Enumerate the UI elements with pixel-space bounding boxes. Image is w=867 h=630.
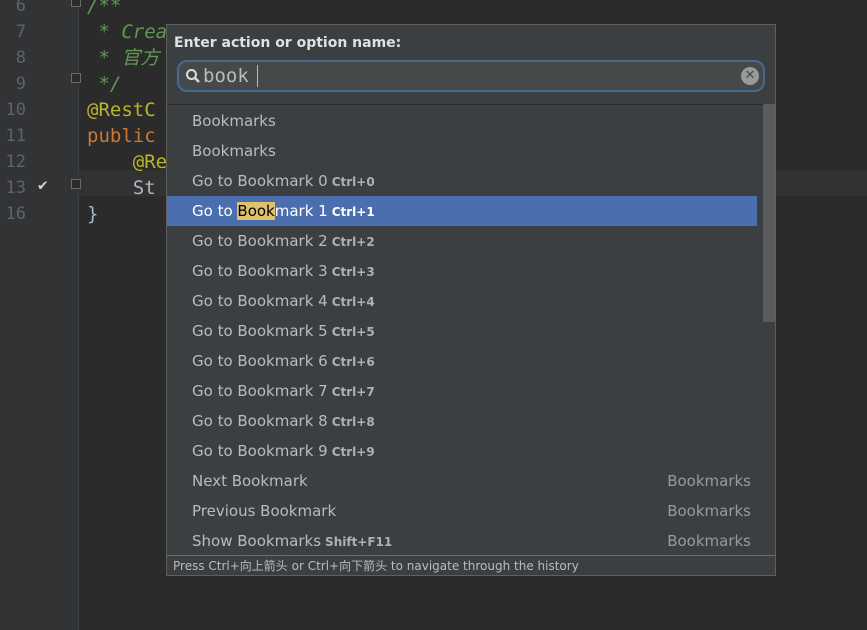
action-item[interactable]: Go to Bookmark 3 Ctrl+3 [167, 256, 757, 286]
action-label: Previous Bookmark [192, 502, 337, 520]
shortcut-label: Ctrl+8 [331, 415, 375, 429]
action-label: Go to Bookmark 8 Ctrl+8 [192, 412, 375, 430]
action-item[interactable]: Bookmarks [167, 136, 757, 166]
search-icon [186, 69, 200, 83]
line-number: 9 [15, 74, 26, 94]
code-line: * 官方 [87, 47, 160, 69]
line-number: 16 [5, 204, 26, 224]
shortcut-label: Shift+F11 [325, 535, 393, 549]
action-label: Go to Bookmark 4 Ctrl+4 [192, 292, 375, 310]
code-line: } [87, 203, 99, 225]
line-number: 8 [15, 48, 26, 68]
action-item[interactable]: Show Bookmarks Shift+F11 Bookmarks [167, 526, 757, 556]
group-label: Bookmarks [667, 472, 751, 490]
action-label: Go to Bookmark 6 Ctrl+6 [192, 352, 375, 370]
line-number: 13 [5, 178, 26, 198]
shortcut-label: Ctrl+6 [331, 355, 375, 369]
line-number: 6 [15, 0, 26, 16]
action-item[interactable]: Go to Bookmark 0 Ctrl+0 [167, 166, 757, 196]
line-number: 10 [5, 100, 26, 120]
action-label: Go to Bookmark 1 Ctrl+1 [192, 202, 375, 220]
scrollbar-thumb[interactable] [763, 104, 775, 322]
group-label: Bookmarks [667, 502, 751, 520]
action-list[interactable]: Bookmarks Bookmarks Go to Bookmark 0 Ctrl+0… [167, 104, 763, 556]
code-line: @Re [87, 151, 168, 173]
action-label: Bookmarks [192, 142, 276, 160]
action-item[interactable]: Go to Bookmark 6 Ctrl+6 [167, 346, 757, 376]
action-label: Go to Bookmark 0 Ctrl+0 [192, 172, 375, 190]
line-number: 11 [5, 126, 26, 146]
shortcut-label: Ctrl+3 [331, 265, 375, 279]
scrollbar[interactable] [763, 104, 775, 555]
group-label: Bookmarks [667, 532, 751, 550]
shortcut-label: Ctrl+9 [331, 445, 375, 459]
action-item[interactable]: Previous Bookmark Bookmarks [167, 496, 757, 526]
action-item[interactable]: Go to Bookmark 9 Ctrl+9 [167, 436, 757, 466]
code-line: /** [87, 0, 122, 17]
shortcut-label: Ctrl+1 [331, 205, 375, 219]
code-line: public [87, 125, 156, 147]
action-item[interactable]: Bookmarks [167, 106, 757, 136]
shortcut-label: Ctrl+4 [331, 295, 375, 309]
shortcut-label: Ctrl+2 [331, 235, 375, 249]
line-number: 12 [5, 152, 26, 172]
code-line: St [87, 177, 156, 199]
shortcut-label: Ctrl+7 [331, 385, 375, 399]
action-item[interactable]: Next Bookmark Bookmarks [167, 466, 757, 496]
code-line: @RestC [87, 99, 156, 121]
search-input[interactable] [203, 64, 723, 88]
search-field[interactable]: ✕ [177, 60, 765, 92]
line-number: 7 [15, 22, 26, 42]
text-caret [257, 65, 258, 87]
action-label: Show Bookmarks Shift+F11 [192, 532, 393, 550]
clear-icon[interactable]: ✕ [741, 67, 759, 85]
action-item[interactable]: Go to Bookmark 1 Ctrl+1 [167, 196, 757, 226]
action-label: Go to Bookmark 2 Ctrl+2 [192, 232, 375, 250]
code-line: */ [87, 73, 122, 95]
action-item[interactable]: Go to Bookmark 4 Ctrl+4 [167, 286, 757, 316]
expand-icon[interactable] [71, 179, 81, 189]
fold-icon[interactable] [71, 0, 81, 7]
action-label: Go to Bookmark 3 Ctrl+3 [192, 262, 375, 280]
action-label: Go to Bookmark 9 Ctrl+9 [192, 442, 375, 460]
popup-title: Enter action or option name: [174, 35, 402, 51]
action-label: Go to Bookmark 7 Ctrl+7 [192, 382, 375, 400]
match-highlight: Book [237, 202, 275, 220]
shortcut-label: Ctrl+5 [331, 325, 375, 339]
shortcut-label: Ctrl+0 [331, 175, 375, 189]
action-item[interactable]: Go to Bookmark 7 Ctrl+7 [167, 376, 757, 406]
action-item[interactable]: Go to Bookmark 8 Ctrl+8 [167, 406, 757, 436]
check-icon: ✔ [38, 175, 48, 194]
action-label: Go to Bookmark 5 Ctrl+5 [192, 322, 375, 340]
fold-icon[interactable] [71, 73, 81, 83]
action-label: Next Bookmark [192, 472, 308, 490]
history-hint: Press Ctrl+向上箭头 or Ctrl+向下箭头 to navigate… [167, 555, 775, 575]
find-action-popup: Enter action or option name: ✕ Bookmarks… [166, 24, 776, 576]
action-label: Bookmarks [192, 112, 276, 130]
action-item[interactable]: Go to Bookmark 5 Ctrl+5 [167, 316, 757, 346]
action-item[interactable]: Go to Bookmark 2 Ctrl+2 [167, 226, 757, 256]
